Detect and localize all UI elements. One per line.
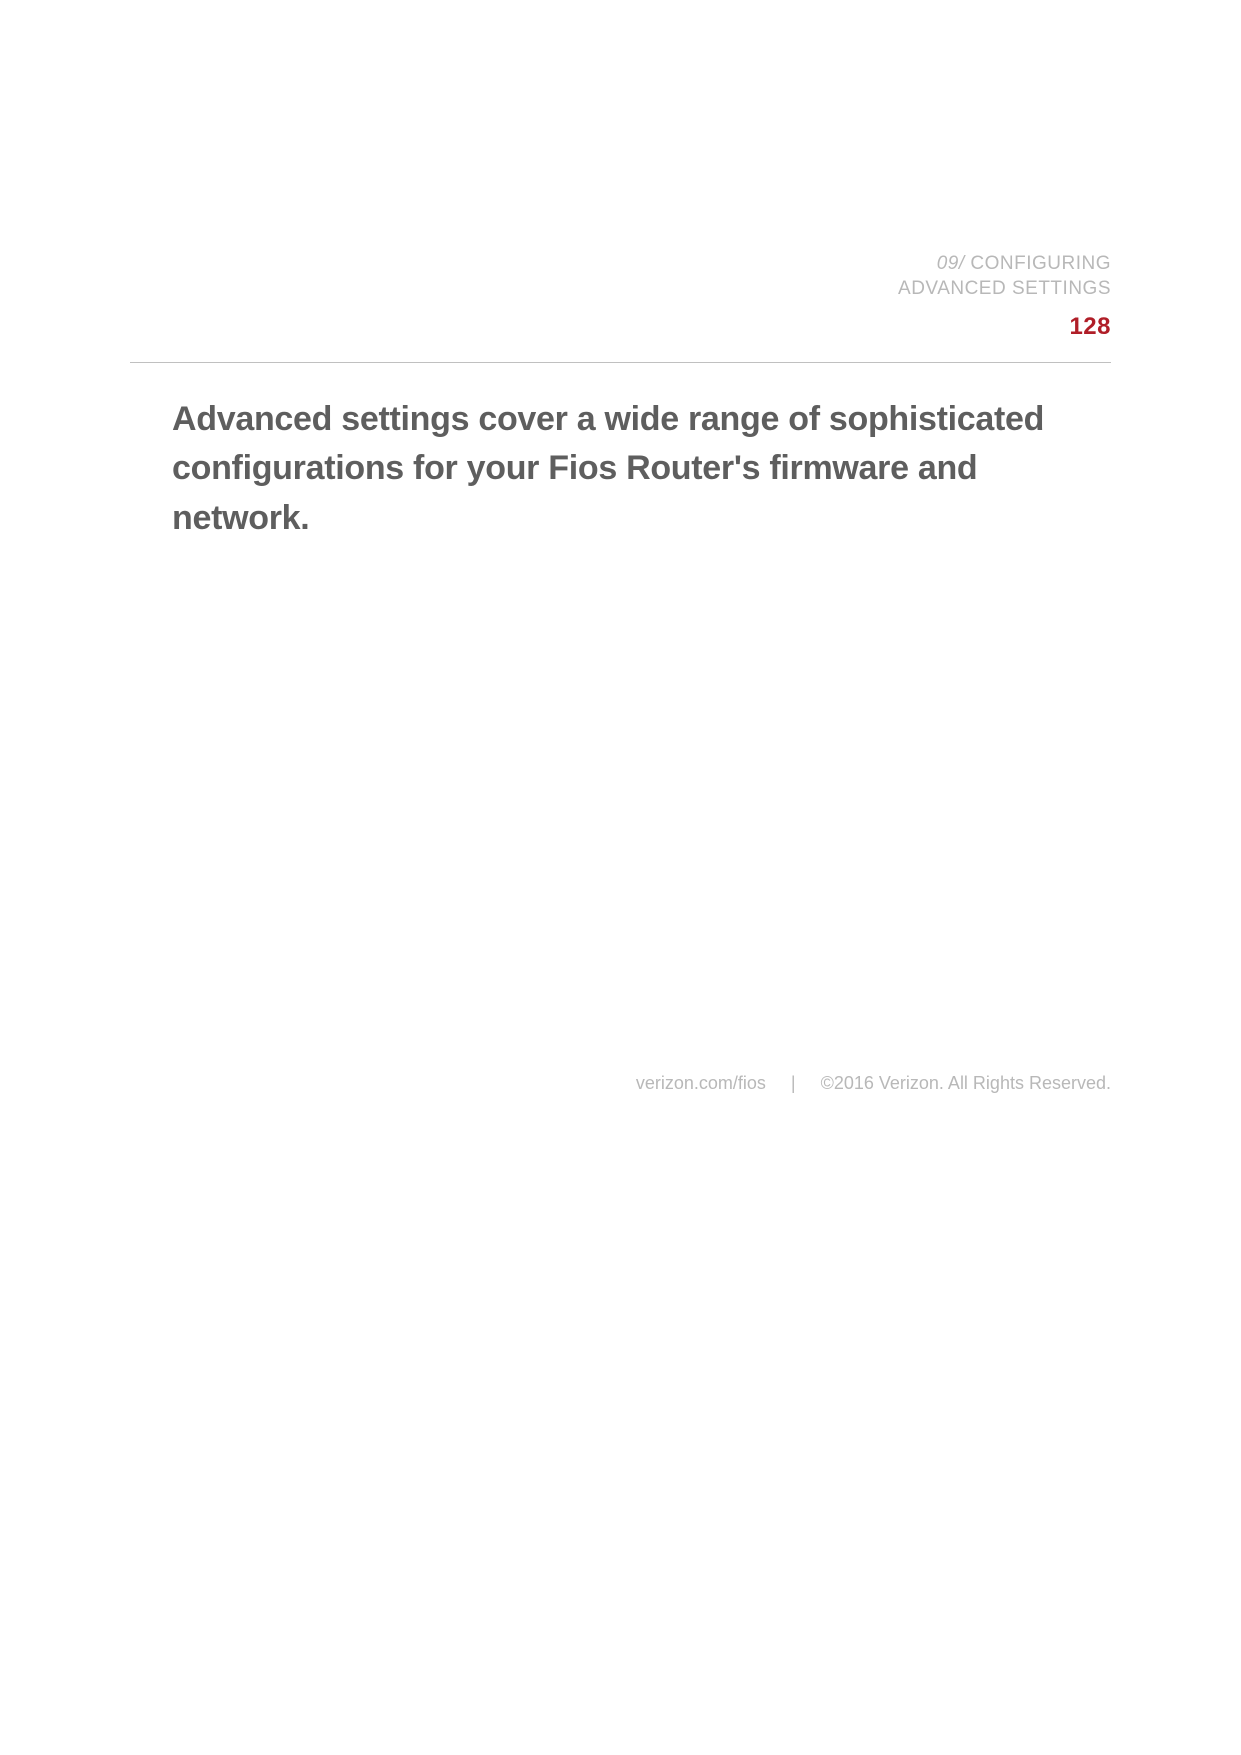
footer-separator: | [791,1073,796,1093]
footer-copyright: ©2016 Verizon. All Rights Reserved. [821,1073,1111,1093]
footer-url: verizon.com/fios [636,1073,766,1093]
document-page: 09/ CONFIGURING ADVANCED SETTINGS 128 Ad… [0,0,1241,1755]
page-header: 09/ CONFIGURING ADVANCED SETTINGS 128 [898,252,1111,341]
chapter-title-part2: ADVANCED SETTINGS [898,278,1111,299]
page-number: 128 [898,313,1111,341]
chapter-line-2: ADVANCED SETTINGS [898,277,1111,302]
intro-paragraph: Advanced settings cover a wide range of … [172,395,1101,543]
chapter-line-1: 09/ CONFIGURING [898,252,1111,277]
chapter-title-part1: CONFIGURING [965,253,1111,274]
page-footer: verizon.com/fios | ©2016 Verizon. All Ri… [636,1073,1111,1094]
chapter-number: 09/ [937,253,965,274]
header-divider [130,362,1111,363]
